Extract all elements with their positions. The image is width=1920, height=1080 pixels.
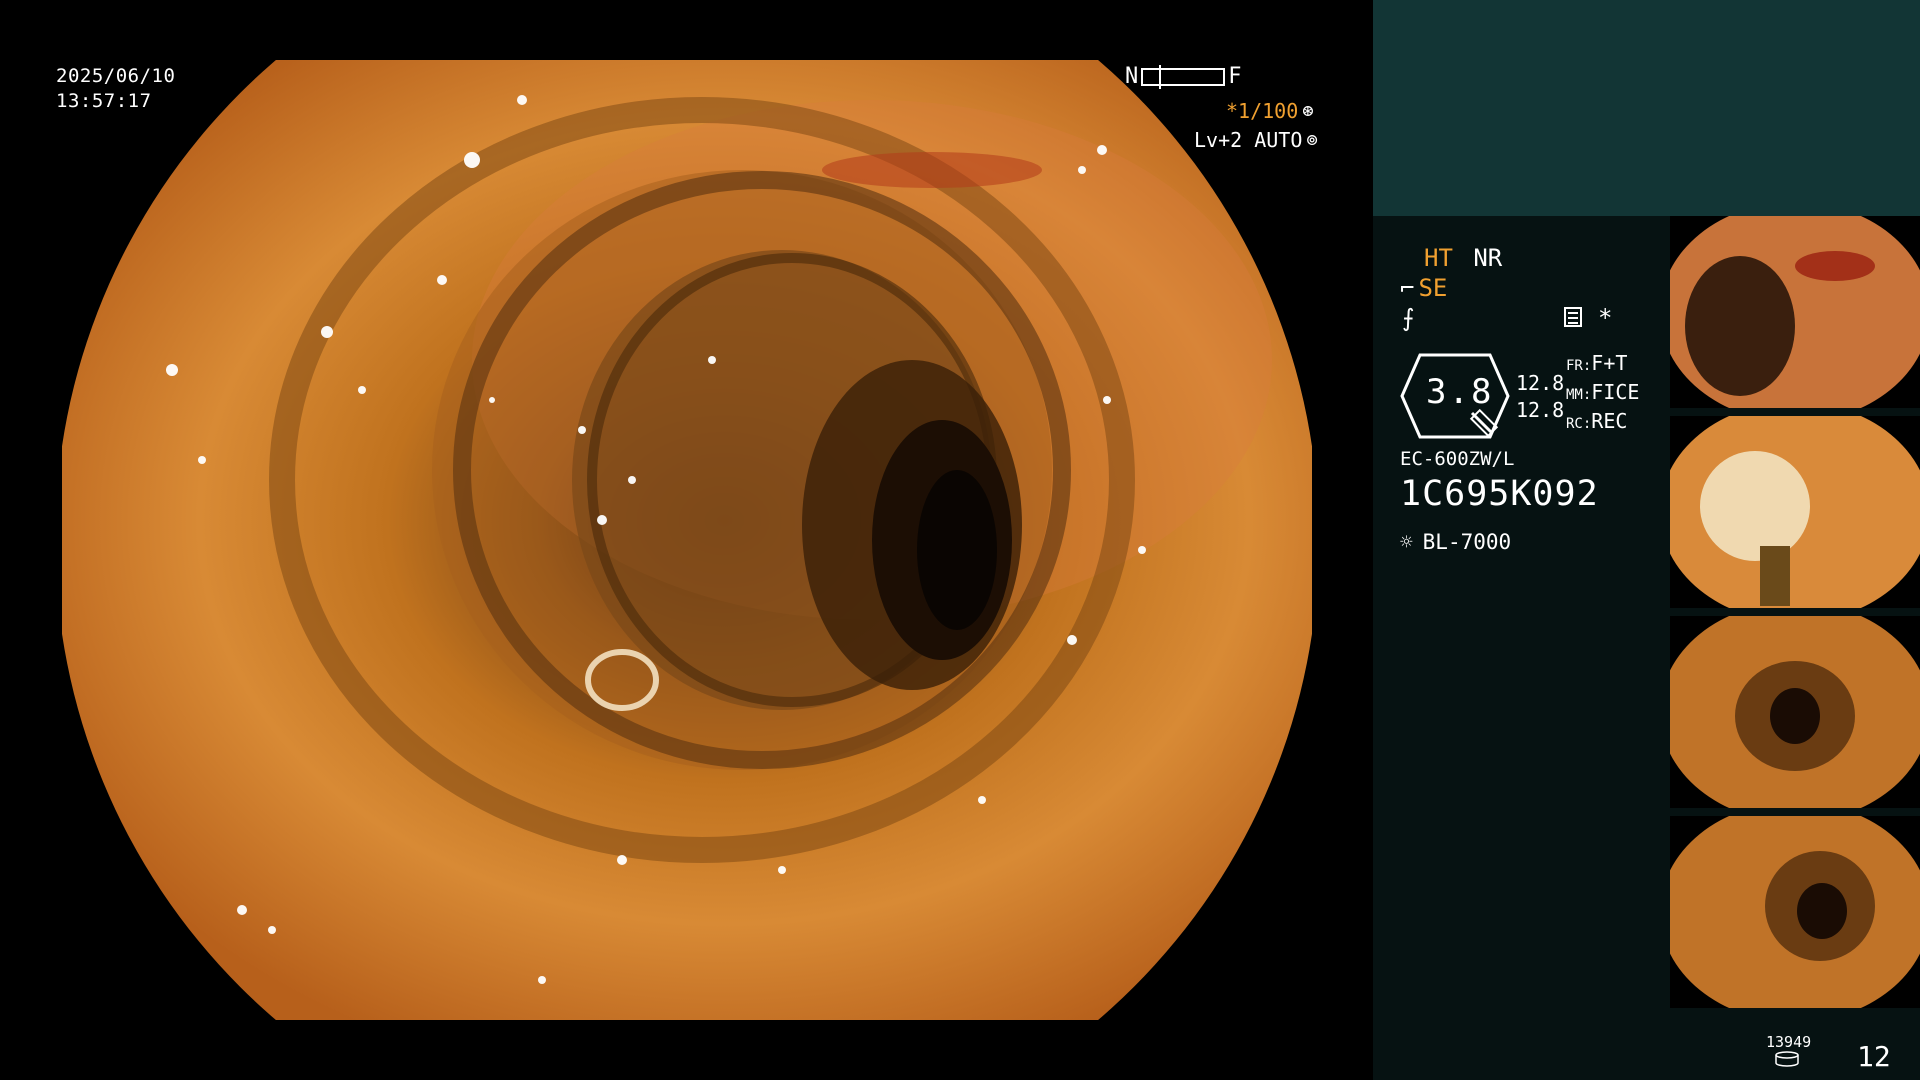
thumbnail[interactable] [1670,416,1920,608]
time-text: 13:57:17 [56,90,152,112]
auto-iris-icon: ⊚ [1306,129,1318,151]
thumbnail[interactable] [1670,216,1920,408]
light-source-icon: ☼ [1400,530,1413,554]
scope-serial: 1C695K092 [1400,474,1599,514]
brightness-level: Lv+2 AUTO ⊚ [1194,128,1318,152]
nr-label: NR [1473,244,1503,272]
far-label: F [1228,64,1242,89]
near-label: N [1125,64,1139,89]
thumbnail[interactable] [1670,816,1920,1008]
mode-rc: RC:REC [1566,409,1628,433]
light-source-label: BL-7000 [1422,530,1512,554]
mode-fr: FR:F+T [1566,351,1628,375]
endoscopy-screen: 2025/06/10 13:57:17 N F *1/100 ⊛ Lv+2 AU… [0,0,1920,1080]
shutter-text: *1/100 [1226,99,1299,123]
aperture-icon: ⊛ [1302,100,1314,122]
datetime: 2025/06/10 13:57:17 [56,64,175,114]
freeze-icon: ⨍ [1402,304,1415,332]
info-panel-header [1373,0,1920,216]
scope-model: EC-600ZW/L [1400,448,1515,470]
enhancement-row: HT NR [1424,244,1502,272]
value-list: 12.8 12.8 [1516,370,1564,424]
storage-icon [1775,1051,1799,1067]
near-far-scale: N F [1125,64,1242,89]
ht-label: HT [1424,244,1453,272]
date-text: 2025/06/10 [56,65,176,87]
structure-row: ⌐ SE [1400,274,1447,302]
mode-mm: MM:FICE [1566,380,1640,404]
value-1: 12.8 [1516,371,1565,395]
shutter-speed: *1/100 ⊛ [1226,99,1314,123]
light-source: ☼ BL-7000 [1400,530,1511,554]
near-far-bar [1141,64,1226,89]
zoom-value: 3.8 [1426,372,1494,412]
endoscope-view [62,60,1312,1020]
structure-icon: ⌐ [1400,274,1415,302]
level-text: Lv+2 AUTO [1194,128,1303,152]
thumbnail[interactable] [1670,616,1920,808]
menu-icon [1564,307,1582,327]
star-label: * [1598,304,1613,332]
value-2: 12.8 [1516,398,1565,422]
capture-counter: 12 [1857,1040,1891,1073]
endoscope-image [62,60,1312,1020]
se-label: SE [1418,274,1448,302]
image-count: 13949 [1766,1033,1812,1051]
mode-list: FR:F+T MM:FICE RC:REC [1566,350,1639,437]
